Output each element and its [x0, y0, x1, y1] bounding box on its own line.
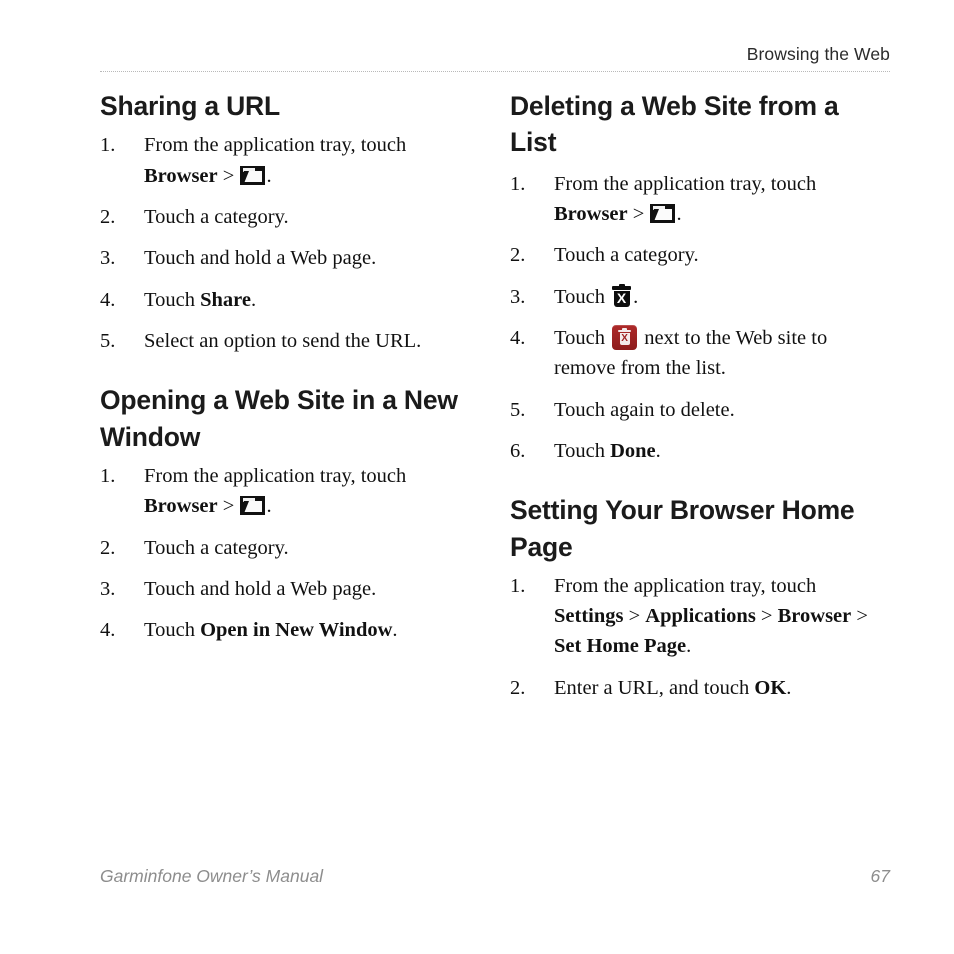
step-text: From the application tray, touch Setting… [554, 574, 868, 658]
step-number: 2. [510, 676, 526, 699]
step-number: 4. [510, 326, 526, 349]
page-columns: Sharing a URL 1. From the application tray… [100, 88, 890, 818]
step-text: Touch and hold a Web page. [144, 577, 377, 600]
footer-page-number: 67 [870, 866, 890, 886]
step-number: 5. [100, 329, 116, 352]
header-divider-rule [100, 71, 890, 72]
step-number: 1. [510, 172, 526, 195]
step-text: Touch and hold a Web page. [144, 247, 377, 270]
manual-section: Opening a Web Site in a New Window 1. From… [100, 382, 472, 645]
step-item: 4. Touch X next to the Web site to remove… [510, 323, 882, 384]
ui-term-bold: Applications [645, 605, 756, 628]
step-text: Touch X next to the Web site to remove f… [554, 324, 828, 380]
running-footer: Garminfone Owner’s Manual 67 [100, 866, 890, 892]
ui-term-bold: Browser [144, 495, 218, 518]
bookmarks-folder-icon [650, 203, 676, 223]
step-number: 5. [510, 398, 526, 421]
step-item: 6. Touch Done. [510, 436, 882, 466]
step-number: 6. [510, 439, 526, 462]
ui-term-bold: Open in New Window [200, 619, 393, 642]
step-item: 1. From the application tray, touch Setti… [510, 571, 882, 662]
manual-page: Browsing the Web Sharing a URL 1. From the… [0, 0, 954, 954]
ui-term-bold: OK [754, 676, 787, 699]
manual-section: Setting Your Browser Home Page 1. From the… [510, 492, 882, 703]
manual-section: Deleting a Web Site from a List 1. From th… [510, 88, 882, 466]
step-text: Touch a category. [144, 536, 289, 559]
footer-manual-title: Garminfone Owner’s Manual [100, 866, 324, 886]
ui-term-bold: Browser [554, 202, 628, 225]
step-item: 4. Touch Share. [100, 285, 472, 315]
step-item: 3. Touch X. [510, 282, 882, 312]
step-number: 3. [100, 247, 116, 270]
step-text: From the application tray, touch Browser… [144, 134, 407, 187]
step-text: From the application tray, touch Browser… [144, 464, 407, 518]
step-list: 1. From the application tray, touch Brows… [510, 169, 882, 467]
step-item: 1. From the application tray, touch Brows… [510, 169, 882, 230]
step-number: 2. [100, 205, 116, 228]
manual-section: Sharing a URL 1. From the application tray… [100, 88, 472, 356]
step-text: Touch a category. [554, 244, 699, 267]
delete-red-button-icon: X [612, 324, 638, 350]
step-list: 1. From the application tray, touch Setti… [510, 571, 882, 703]
step-item: 2. Enter a URL, and touch OK. [510, 673, 882, 703]
ui-term-bold: Done [610, 439, 656, 462]
step-item: 2. Touch a category. [100, 202, 472, 232]
step-item: 1. From the application tray, touch Brows… [100, 130, 472, 191]
step-text: Touch Open in New Window. [144, 619, 398, 642]
step-item: 5. Select an option to send the URL. [100, 326, 472, 356]
section-heading: Setting Your Browser Home Page [510, 495, 855, 562]
step-number: 3. [510, 285, 526, 308]
ui-term-bold: Set Home Page [554, 635, 687, 658]
step-number: 4. [100, 619, 116, 642]
trash-x-icon: X [612, 283, 632, 307]
step-text: Touch a category. [144, 205, 289, 228]
step-item: 1. From the application tray, touch Brows… [100, 461, 472, 522]
step-item: 3. Touch and hold a Web page. [100, 574, 472, 604]
ui-term-bold: Share [200, 288, 251, 311]
right-column: Deleting a Web Site from a List 1. From th… [510, 88, 882, 703]
ui-term-bold: Browser [777, 605, 852, 628]
step-text: Touch again to delete. [554, 398, 735, 421]
bookmarks-folder-icon [240, 165, 266, 185]
step-text: Touch Share. [144, 288, 257, 311]
ui-term-bold: Browser [144, 164, 218, 187]
step-number: 2. [100, 536, 116, 559]
step-number: 1. [100, 464, 116, 487]
section-heading: Opening a Web Site in a New Window [100, 385, 458, 452]
step-number: 4. [100, 288, 116, 311]
step-list: 1. From the application tray, touch Brows… [100, 461, 472, 646]
header-title: Browsing the Web [746, 44, 890, 64]
bookmarks-folder-icon [240, 496, 266, 516]
step-item: 3. Touch and hold a Web page. [100, 243, 472, 273]
left-column: Sharing a URL 1. From the application tray… [100, 88, 472, 646]
running-header: Browsing the Web [100, 44, 890, 70]
step-text: Touch X. [554, 283, 639, 308]
section-heading: Deleting a Web Site from a List [510, 91, 839, 158]
step-item: 5. Touch again to delete. [510, 395, 882, 425]
step-text: From the application tray, touch Browser… [554, 172, 817, 225]
step-number: 1. [100, 134, 116, 157]
step-text: Enter a URL, and touch OK. [554, 676, 792, 699]
step-text: Touch Done. [554, 439, 661, 462]
step-item: 4. Touch Open in New Window. [100, 615, 472, 645]
ui-term-bold: Settings [554, 605, 624, 628]
section-heading: Sharing a URL [100, 91, 280, 121]
step-number: 1. [510, 574, 526, 597]
step-item: 2. Touch a category. [510, 240, 882, 270]
step-text: Select an option to send the URL. [144, 329, 422, 352]
step-number: 2. [510, 244, 526, 267]
step-list: 1. From the application tray, touch Brows… [100, 130, 472, 356]
step-number: 3. [100, 577, 116, 600]
step-item: 2. Touch a category. [100, 533, 472, 563]
